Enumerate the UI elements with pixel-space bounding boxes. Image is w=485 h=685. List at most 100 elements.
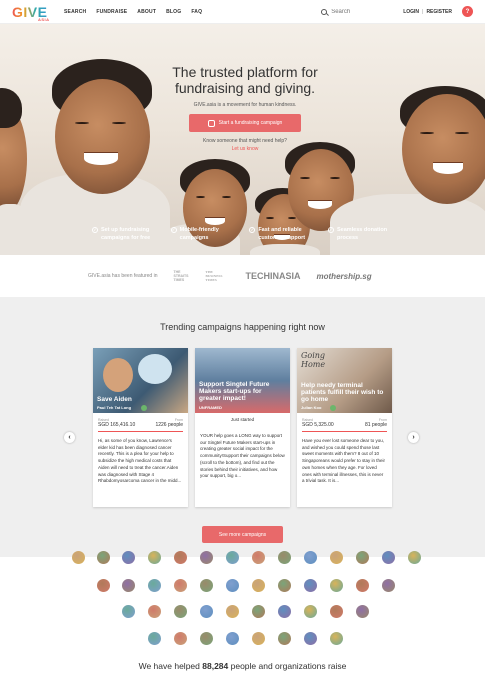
help-question-icon[interactable]: ?	[462, 6, 473, 17]
supporter-avatar	[122, 605, 135, 618]
carousel-next-icon[interactable]: ›	[408, 432, 419, 443]
see-more-campaigns-button[interactable]: See more campaigns	[202, 526, 283, 543]
supporter-avatar	[174, 551, 187, 564]
let-us-know-link[interactable]: Let us know	[140, 146, 350, 152]
hero-text-block: The trusted platform for fundraising and…	[140, 64, 350, 152]
campaign-title: Save Aiden	[97, 396, 132, 403]
campaign-description: Hi, as some of you know, Lawrence's elde…	[98, 438, 182, 484]
feature-item: ✓ Mobile-friendly campaigns	[170, 226, 245, 242]
search-box[interactable]	[321, 5, 397, 19]
feature-text: Set up fundraising	[101, 227, 150, 233]
raised-amount: SGD 165,416.10	[98, 422, 136, 428]
search-icon	[321, 8, 328, 15]
going-home-text: Going Home	[301, 351, 326, 369]
supporter-avatar	[226, 632, 239, 645]
menu-search[interactable]: SEARCH	[64, 9, 86, 15]
supporter-avatar	[356, 605, 369, 618]
menu-blog[interactable]: BLOG	[166, 9, 181, 15]
supporter-avatar	[200, 579, 213, 592]
feature-text: Mobile-friendly	[179, 227, 219, 233]
trending-heading: Trending campaigns happening right now	[160, 322, 325, 332]
campaign-card[interactable]: Support Singtel Future Makers start-ups …	[195, 348, 290, 507]
campaign-status: Just started	[230, 417, 255, 422]
featured-label: GIVE.asia has been featured in	[88, 273, 158, 279]
verified-badge-icon	[141, 405, 147, 411]
campaign-photo: Support Singtel Future Makers start-ups …	[195, 348, 290, 413]
main-menu: SEARCH FUNDRAISE ABOUT BLOG FAQ	[64, 9, 202, 15]
feature-text: campaigns	[179, 235, 209, 241]
register-link[interactable]: REGISTER	[426, 9, 452, 15]
campaign-card[interactable]: Save Aiden Paul Teh Tat Long Raised SGD 1…	[93, 348, 188, 507]
supporter-avatar	[174, 605, 187, 618]
supporter-avatar	[200, 632, 213, 645]
campaign-stats: Raised SGD 5,325.00 From 81 people	[297, 413, 392, 428]
supporter-avatar	[174, 632, 187, 645]
supporter-avatar	[226, 579, 239, 592]
campaign-stats: Raised SGD 165,416.10 From 1226 people	[93, 413, 188, 428]
supporter-avatar	[304, 551, 317, 564]
start-campaign-button[interactable]: Start a fundraising campaign	[189, 114, 301, 132]
menu-about[interactable]: ABOUT	[137, 9, 156, 15]
supporter-avatar	[408, 551, 421, 564]
supporter-avatar	[252, 551, 265, 564]
hero-child-photo	[55, 79, 150, 194]
supporter-avatar	[330, 579, 343, 592]
help-question-text: Know someone that might need help?	[203, 138, 287, 144]
heart-hand-icon	[207, 119, 215, 127]
carousel-prev-icon[interactable]: ‹	[64, 432, 75, 443]
campaign-owner: Julian Koo	[301, 405, 322, 410]
hero-banner: The trusted platform for fundraising and…	[0, 24, 485, 255]
campaign-title: Help needy terminal patients fulfill the…	[301, 382, 384, 403]
supporter-avatar	[304, 605, 317, 618]
campaign-title: Support Singtel Future Makers start-ups …	[199, 381, 270, 402]
feature-text: process	[336, 235, 359, 241]
check-circle-icon: ✓	[327, 227, 334, 233]
search-input[interactable]	[331, 8, 392, 15]
auth-separator: |	[422, 8, 424, 15]
check-circle-icon: ✓	[92, 227, 98, 233]
supporter-avatar	[278, 579, 291, 592]
supporter-avatar	[72, 551, 85, 564]
techinasia-logo: TECHINASIA	[245, 271, 301, 281]
progress-bar	[302, 431, 387, 432]
supporter-avatar	[226, 551, 239, 564]
mothership-logo: mothership.sg	[316, 271, 372, 281]
supporter-avatar	[356, 551, 369, 564]
feature-text: Fast and reliable	[258, 227, 302, 233]
top-nav: GIVE ASIA SEARCH FUNDRAISE ABOUT BLOG FA…	[0, 0, 485, 24]
business-times-logo: THE BUSINESS TIMES	[205, 270, 223, 282]
campaign-description: Have you ever lost someone dear to you, …	[302, 438, 386, 484]
supporter-avatar	[148, 579, 161, 592]
feature-item: ✓ Fast and reliable customer support	[249, 226, 323, 242]
helped-count: 88,284	[202, 661, 229, 671]
supporter-avatar	[252, 605, 265, 618]
supporter-avatar	[304, 579, 317, 592]
login-link[interactable]: LOGIN	[403, 9, 419, 15]
campaign-photo: Save Aiden Paul Teh Tat Long	[93, 348, 188, 413]
supporter-avatar	[278, 551, 291, 564]
campaign-stats: Just started	[195, 413, 290, 422]
supporter-avatar	[278, 605, 291, 618]
donor-count: 81 people	[365, 422, 387, 428]
supporter-avatar	[97, 579, 110, 592]
supporter-avatar	[356, 579, 369, 592]
check-circle-icon: ✓	[249, 227, 256, 233]
helped-summary: We have helped 88,284 people and organiz…	[0, 661, 485, 671]
menu-faq[interactable]: FAQ	[191, 9, 202, 15]
featured-in-bar: GIVE.asia has been featured in THE STRAI…	[0, 255, 485, 297]
supporter-avatar	[148, 632, 161, 645]
supporter-avatar	[174, 579, 187, 592]
raised-amount: SGD 5,325.00	[302, 422, 334, 428]
give-asia-logo[interactable]: GIVE ASIA	[12, 4, 56, 22]
menu-fundraise[interactable]: FUNDRAISE	[96, 9, 127, 15]
supporter-avatar	[252, 579, 265, 592]
supporter-avatar	[97, 551, 110, 564]
supporter-avatar	[382, 579, 395, 592]
verified-badge-icon	[330, 405, 336, 411]
helped-prefix: We have helped	[138, 661, 200, 671]
progress-bar	[98, 431, 183, 432]
supporter-avatar	[382, 551, 395, 564]
supporter-avatar	[122, 551, 135, 564]
hero-subtitle: GIVE.asia is a movement for human kindne…	[193, 102, 297, 108]
campaign-card[interactable]: Going Home Help needy terminal patients …	[297, 348, 392, 507]
